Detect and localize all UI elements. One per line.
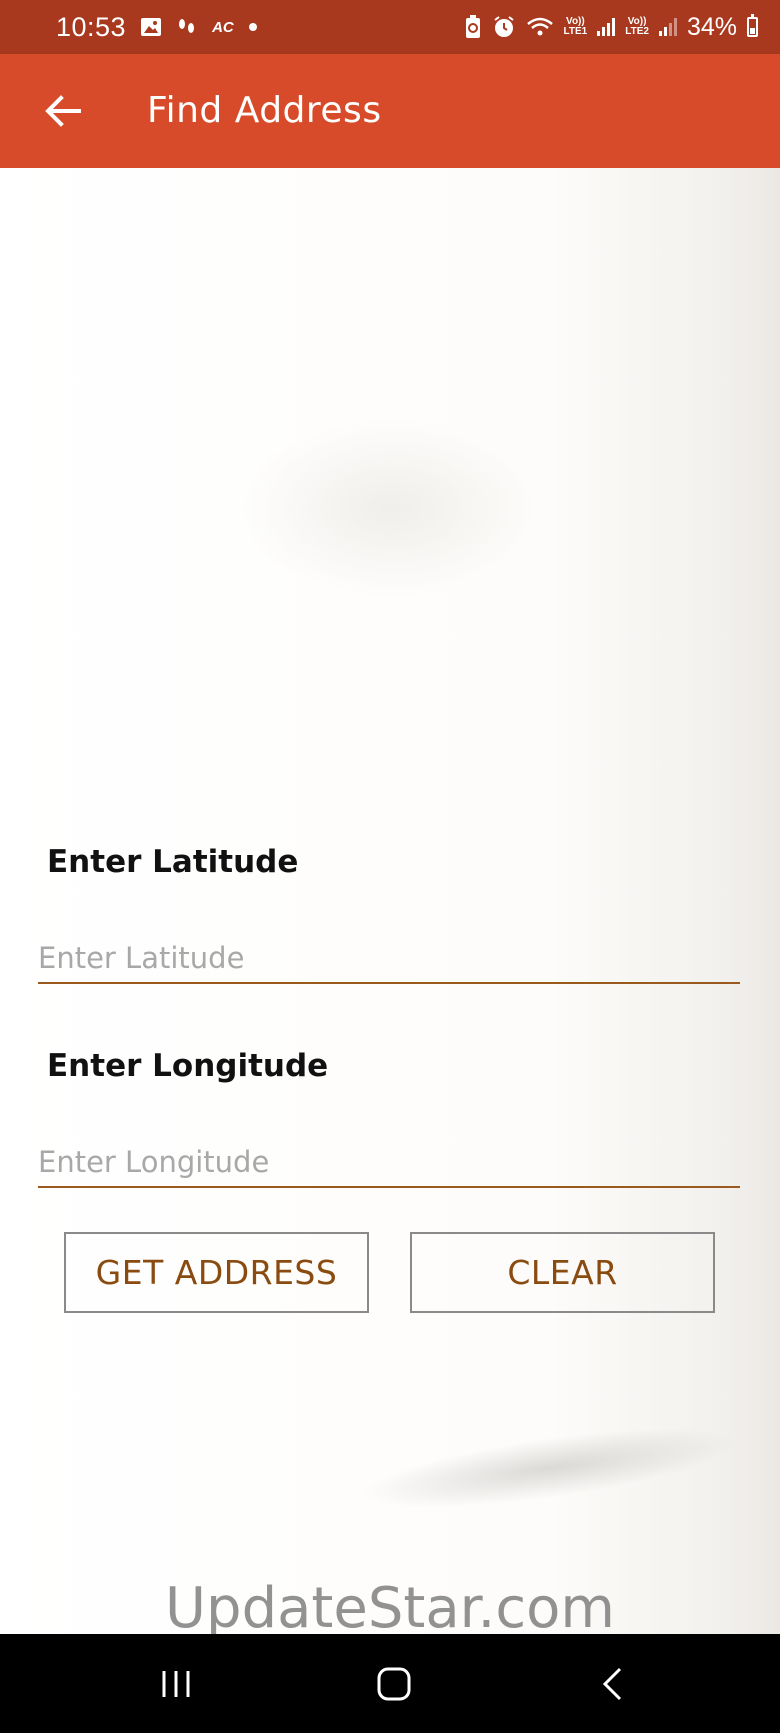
steps-icon [176,16,198,38]
nav-back-button[interactable] [582,1659,642,1709]
status-left-group: 10:53 AC [56,0,258,54]
status-bar: 10:53 AC Vo)) LTE1 Vo)) LTE2 34% [0,0,780,54]
get-address-button[interactable]: GET ADDRESS [64,1232,369,1313]
background-blur [240,418,540,598]
home-icon [377,1667,411,1701]
wifi-icon [526,16,554,38]
battery-percent: 34% [686,12,737,41]
clear-button[interactable]: CLEAR [410,1232,715,1313]
home-button[interactable] [364,1659,424,1709]
app-bar: Find Address [0,54,780,168]
latitude-label: Enter Latitude [47,844,299,880]
signal-strength-1-icon [597,18,616,36]
alarm-icon [492,15,516,39]
status-right-group: Vo)) LTE1 Vo)) LTE2 34% [464,0,758,54]
signal-strength-2-icon [658,18,677,36]
dot-icon [248,22,258,32]
sim2-lte-label: Vo)) LTE2 [625,17,649,37]
arrow-left-icon [45,95,81,127]
page-title: Find Address [147,90,382,131]
main-content: Enter Latitude Enter Longitude GET ADDRE… [0,168,780,1641]
longitude-input[interactable] [38,1138,740,1188]
sim2-network: LTE2 [625,26,649,37]
sim1-network: LTE1 [563,26,588,37]
battery-saver-icon [464,15,482,39]
ac-icon: AC [212,18,234,36]
chevron-left-icon [602,1667,622,1701]
recent-apps-icon [162,1671,190,1697]
status-time: 10:53 [56,11,127,42]
background-blur-streak [357,1411,743,1525]
recent-apps-button[interactable] [146,1659,206,1709]
sim1-lte-label: Vo)) LTE1 [564,17,588,37]
watermark: UpdateStar.com [165,1576,615,1641]
back-button[interactable] [36,84,90,138]
latitude-input[interactable] [38,934,740,984]
battery-icon [747,14,758,37]
longitude-label: Enter Longitude [47,1048,329,1084]
image-icon [140,17,162,37]
system-nav-bar [0,1634,780,1733]
